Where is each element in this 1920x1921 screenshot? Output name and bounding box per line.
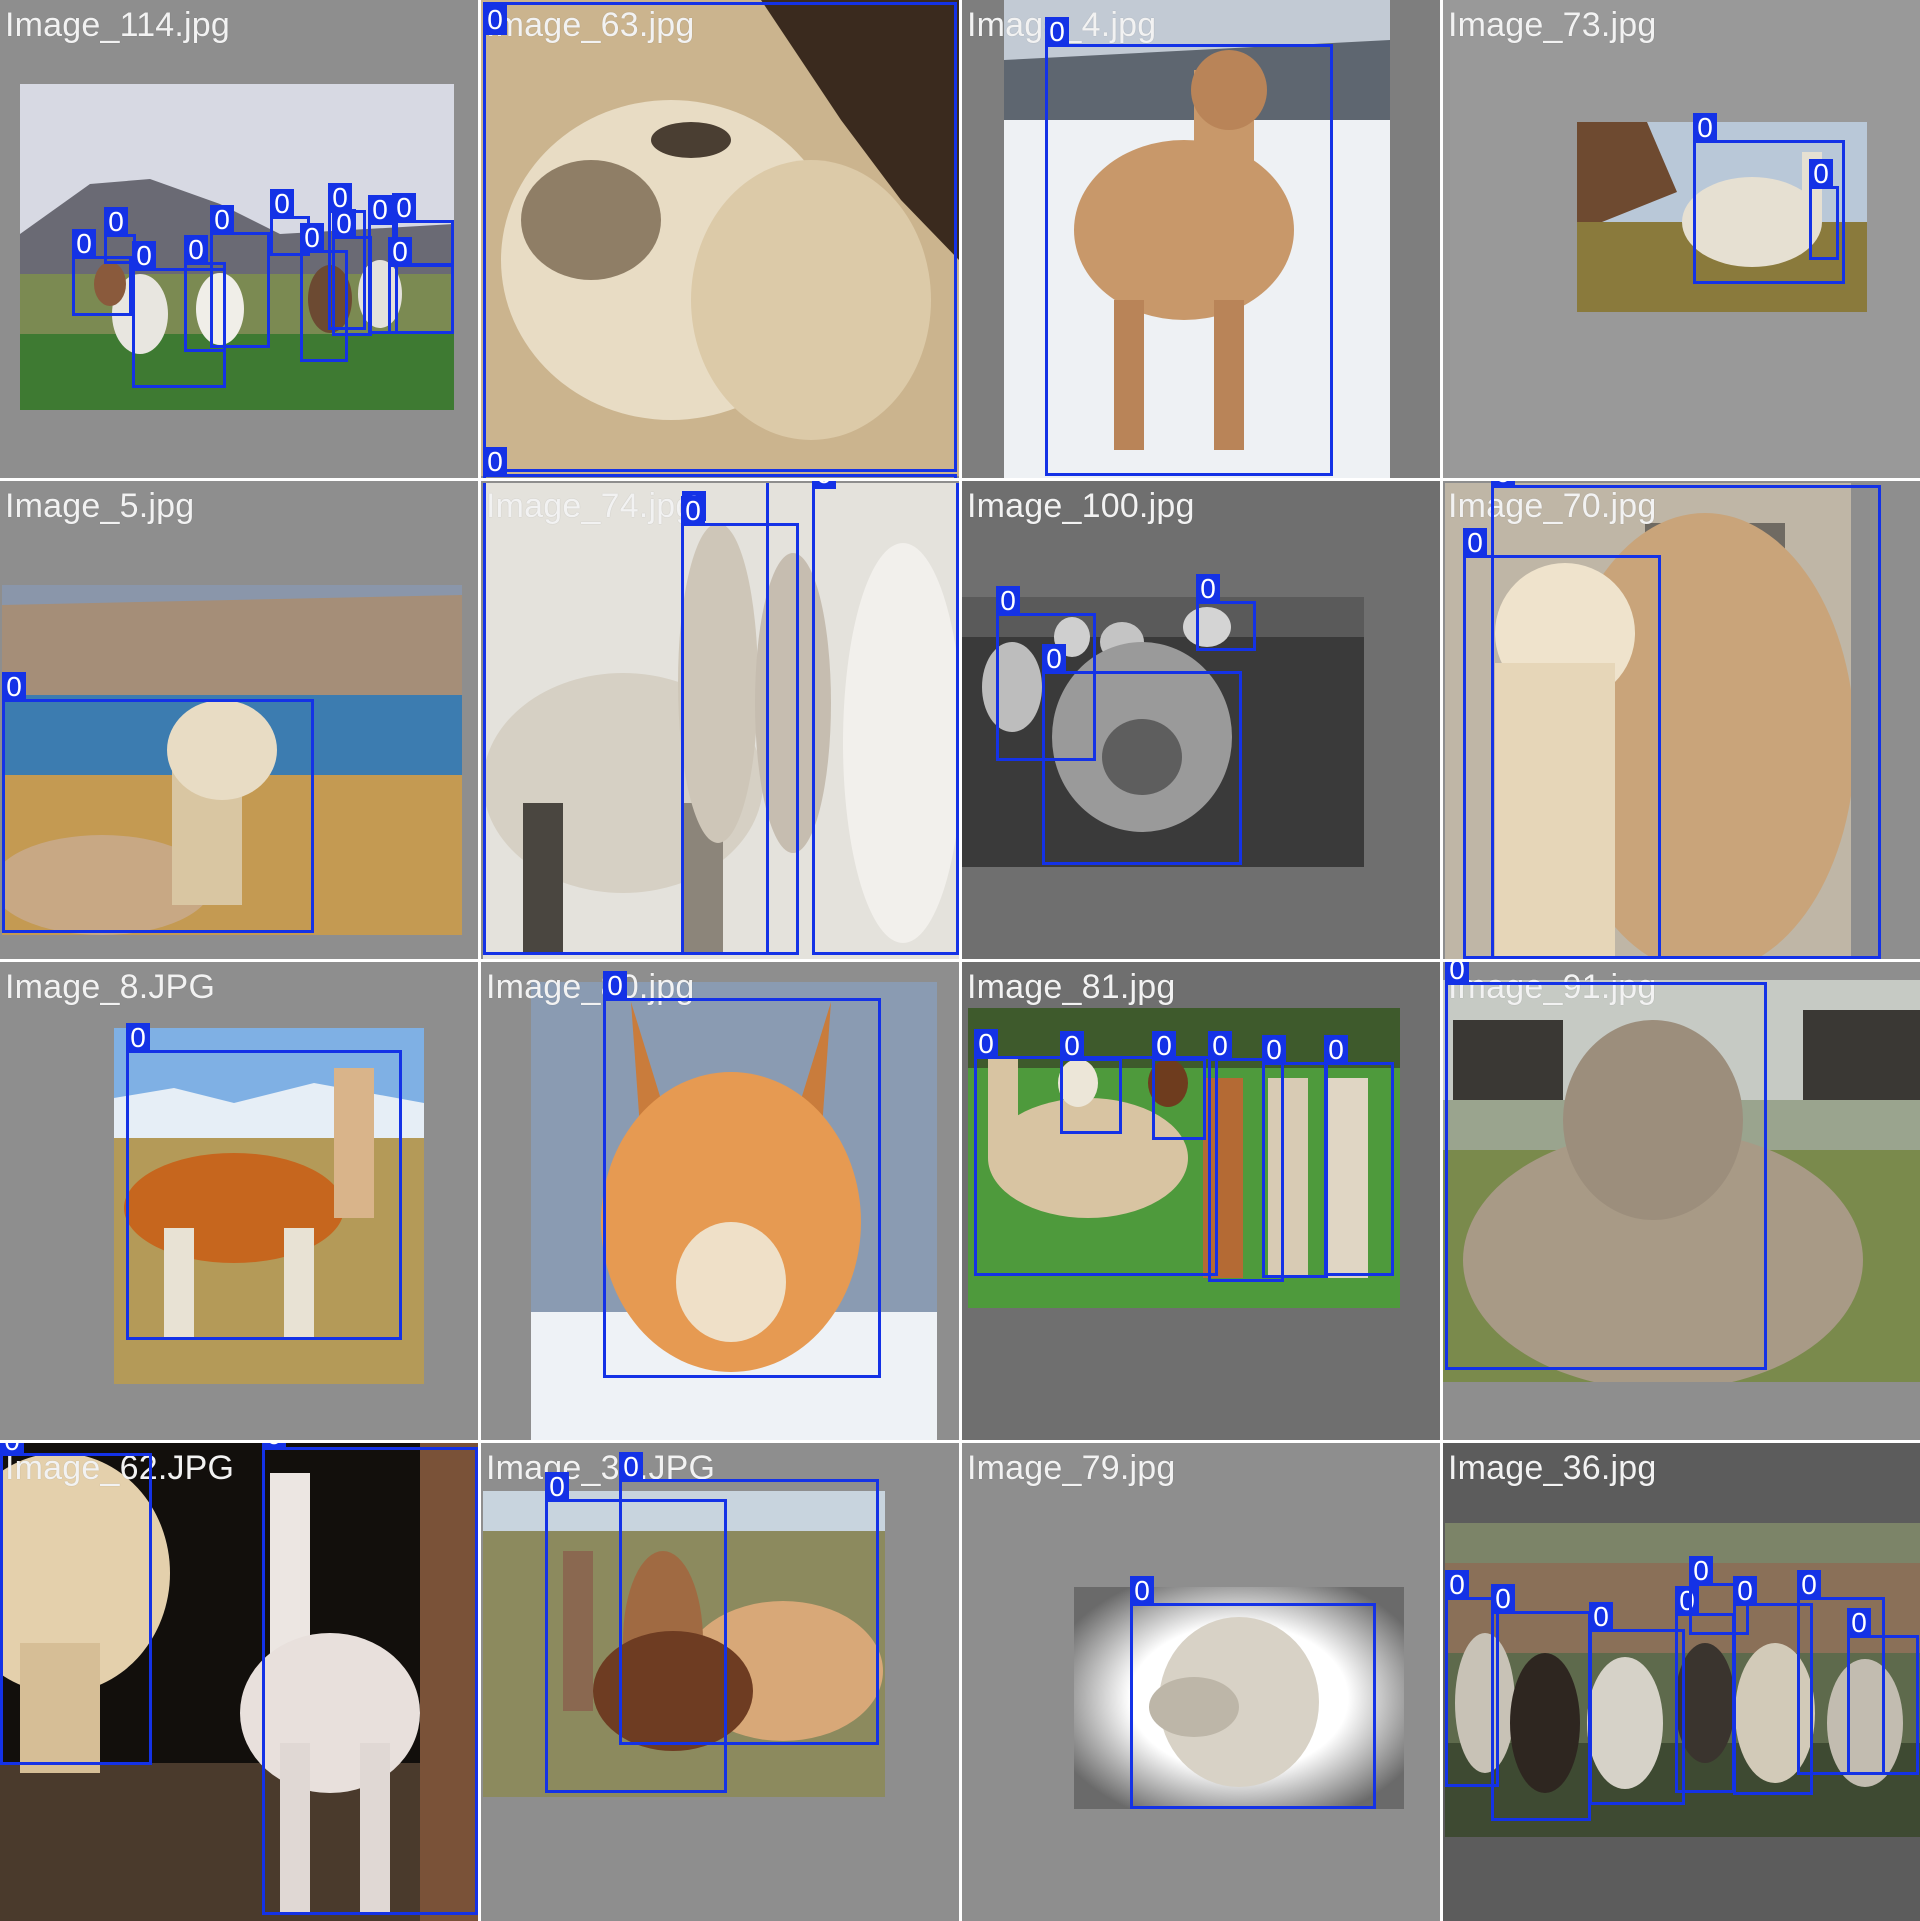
- detection-box: 0: [72, 229, 132, 316]
- class-label: 0: [1693, 113, 1717, 143]
- class-label: 0: [1445, 1570, 1469, 1600]
- detection-box: 0: [1463, 528, 1661, 959]
- detection-box: 0: [1809, 159, 1839, 260]
- class-label: 0: [1589, 1602, 1613, 1632]
- detection-box: 0: [1130, 1576, 1376, 1809]
- class-label: 0: [996, 586, 1020, 616]
- tile-image-100: Image_100.jpg 0 0 0: [962, 481, 1440, 959]
- detection-box: 0: [0, 1443, 152, 1765]
- detection-box: 0: [1045, 17, 1333, 476]
- class-label: 0: [184, 235, 208, 265]
- class-label: 0: [72, 229, 96, 259]
- class-label: 0: [392, 193, 416, 223]
- filename-label: Image_81.jpg: [967, 968, 1176, 1006]
- class-label: 0: [812, 481, 836, 489]
- class-label: 0: [1733, 1576, 1757, 1606]
- class-label: 0: [262, 1443, 286, 1450]
- tile-image-8: Image_8.JPG 0: [0, 962, 478, 1440]
- class-label: 0: [619, 1452, 643, 1482]
- class-label: 0: [1042, 644, 1066, 674]
- tile-image-39: Image_39.JPG 0 0: [481, 1443, 959, 1921]
- detection-box: 0: [1042, 644, 1242, 865]
- detection-box: 0: [483, 447, 957, 478]
- class-label: 0: [300, 223, 324, 253]
- detection-box: 0: [603, 971, 881, 1378]
- detection-box: 0: [1847, 1608, 1919, 1775]
- class-label: 0: [332, 209, 356, 239]
- class-label: 0: [1060, 1031, 1084, 1061]
- class-label: 0: [270, 189, 294, 219]
- detection-box: 0: [1060, 1031, 1122, 1134]
- tile-image-114: Image_114.jpg 0 0 0 0 0 0 0 0 0 0 0 0: [0, 0, 478, 478]
- detection-box: 0: [812, 481, 959, 955]
- tile-image-91: Image_91.jpg 0: [1443, 962, 1920, 1440]
- class-label: 0: [1809, 159, 1833, 189]
- class-label: 0: [1324, 1035, 1348, 1065]
- class-label: 0: [483, 447, 507, 477]
- detection-box: 0: [1675, 1586, 1735, 1793]
- class-label: 0: [132, 241, 156, 271]
- class-label: 0: [1445, 962, 1469, 985]
- class-label: 0: [603, 971, 627, 1001]
- tile-image-70: Image_70.jpg 0 0: [1443, 481, 1920, 959]
- class-label: 0: [1463, 528, 1487, 558]
- class-label: 0: [1262, 1035, 1286, 1065]
- class-label: 0: [483, 5, 507, 35]
- class-label: 0: [1196, 574, 1220, 604]
- class-label: 0: [974, 1029, 998, 1059]
- tile-image-62: Image_62.JPG 0 0: [0, 1443, 478, 1921]
- detection-box: 0: [1196, 574, 1256, 651]
- tile-image-74: Image_74.jpg 0 0 0: [481, 481, 959, 959]
- tile-image-80: Image_80.jpg 0: [481, 962, 959, 1440]
- mosaic-grid: Image_114.jpg 0 0 0 0 0 0 0 0 0 0 0 0 Im…: [0, 0, 1920, 1921]
- class-label: 0: [210, 205, 234, 235]
- filename-label: Image_36.jpg: [1448, 1449, 1657, 1487]
- tile-image-81: Image_81.jpg 0 0 0 0 0 0: [962, 962, 1440, 1440]
- class-label: 0: [1152, 1031, 1176, 1061]
- filename-label: Image_79.jpg: [967, 1449, 1176, 1487]
- filename-label: Image_100.jpg: [967, 487, 1195, 525]
- filename-label: Image_114.jpg: [5, 6, 231, 44]
- class-label: 0: [1208, 1031, 1232, 1061]
- tile-image-4: Image_4.jpg 0: [962, 0, 1440, 478]
- detection-box: 0: [262, 1443, 478, 1915]
- filename-label: Image_8.JPG: [5, 968, 216, 1006]
- tile-image-36: Image_36.jpg 0 0 0 0 0 0 0 0: [1443, 1443, 1920, 1921]
- detection-box: 0: [388, 237, 454, 334]
- class-label: 0: [1491, 1584, 1515, 1614]
- class-label: 0: [1689, 1556, 1713, 1586]
- detection-box: 0: [1445, 962, 1767, 1370]
- class-label: 0: [1130, 1576, 1154, 1606]
- detection-box: 0: [332, 209, 372, 336]
- detection-box: 0: [1491, 1584, 1591, 1821]
- class-label: 0: [545, 1472, 569, 1502]
- class-label: 0: [0, 1443, 24, 1456]
- tile-image-63: Image_63.jpg 0 0: [481, 0, 959, 478]
- detection-box: 0: [1589, 1602, 1685, 1805]
- tile-image-79: Image_79.jpg 0: [962, 1443, 1440, 1921]
- detection-box: 0: [1152, 1031, 1206, 1140]
- tile-image-5: Image_5.jpg 0: [0, 481, 478, 959]
- detection-box: 0: [1262, 1035, 1328, 1278]
- detection-box: 0: [1324, 1035, 1394, 1276]
- class-label: 0: [104, 207, 128, 237]
- class-label: 0: [1491, 481, 1515, 488]
- filename-label: Image_5.jpg: [5, 487, 195, 525]
- detection-box: 0: [2, 672, 314, 933]
- filename-label: Image_73.jpg: [1448, 6, 1657, 44]
- detection-box: 0: [210, 205, 270, 348]
- class-label: 0: [2, 672, 26, 702]
- class-label: 0: [1847, 1608, 1871, 1638]
- class-label: 0: [126, 1023, 150, 1053]
- detection-box: 0: [483, 2, 957, 472]
- tile-image-73: Image_73.jpg 0 0: [1443, 0, 1920, 478]
- detection-box: 0: [681, 496, 799, 955]
- detection-box: 0: [619, 1452, 879, 1745]
- class-label: 0: [388, 237, 412, 267]
- class-label: 0: [1045, 17, 1069, 47]
- class-label: 0: [681, 496, 705, 526]
- detection-box: 0: [126, 1023, 402, 1340]
- class-label: 0: [1797, 1570, 1821, 1600]
- class-label: 0: [368, 195, 392, 225]
